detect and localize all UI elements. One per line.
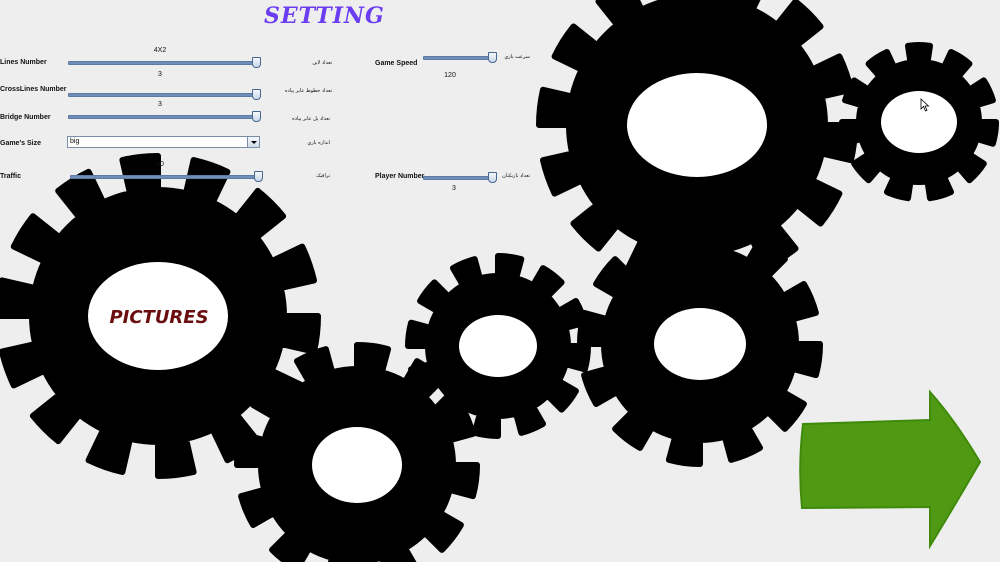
gear-hole bbox=[881, 91, 957, 153]
lines-number-value: 4X2 bbox=[153, 47, 167, 54]
player-number-label: Player Number bbox=[375, 173, 425, 180]
crosslines-number-slider[interactable] bbox=[68, 89, 261, 100]
slider-thumb[interactable] bbox=[254, 171, 263, 182]
game-speed-value: 120 bbox=[444, 72, 456, 79]
game-speed-label-fa: سرعت بازي bbox=[504, 54, 530, 60]
gear-hole bbox=[627, 73, 767, 177]
slider-thumb[interactable] bbox=[252, 57, 261, 68]
games-size-label-fa: اندازه بازي bbox=[307, 140, 330, 146]
pictures-button[interactable]: PICTURES bbox=[104, 307, 214, 328]
traffic-value: 10 bbox=[156, 161, 164, 168]
player-number-slider[interactable] bbox=[423, 172, 497, 183]
page-title: SETTING bbox=[264, 3, 385, 29]
crosslines-number-label-fa: تعداد خطوط عابر پياده bbox=[284, 88, 332, 94]
player-number-value: 3 bbox=[452, 185, 456, 192]
gears-background bbox=[0, 0, 999, 562]
player-number-label-fa: تعداد بازيکنان bbox=[502, 173, 530, 179]
lines-number-label-fa: تعداد لاين bbox=[312, 60, 332, 66]
bridge-number-label: Bridge Number bbox=[0, 114, 51, 121]
lines-number-slider[interactable] bbox=[68, 57, 261, 68]
gear-hole bbox=[312, 427, 402, 503]
slider-thumb[interactable] bbox=[252, 111, 261, 122]
lines-number-label: Lines Number bbox=[0, 59, 47, 66]
games-size-label: Game's Size bbox=[0, 140, 41, 147]
game-speed-label: Game Speed bbox=[375, 60, 418, 67]
next-arrow-icon[interactable] bbox=[799, 389, 982, 550]
gear-hole bbox=[654, 308, 746, 380]
mouse-cursor-icon bbox=[920, 98, 930, 112]
crosslines-number-label: CrossLines Number bbox=[0, 86, 67, 93]
bridge-number-slider[interactable] bbox=[68, 111, 261, 122]
crosslines-number-value: 3 bbox=[158, 71, 162, 78]
games-size-selected: big bbox=[70, 138, 80, 145]
game-speed-slider[interactable] bbox=[423, 52, 497, 63]
chevron-down-icon[interactable] bbox=[247, 137, 259, 147]
traffic-label: Traffic bbox=[0, 173, 22, 180]
traffic-label-fa: ترافيک bbox=[316, 173, 330, 179]
games-size-select[interactable]: big bbox=[67, 136, 260, 148]
traffic-slider[interactable] bbox=[70, 171, 263, 182]
slider-thumb[interactable] bbox=[252, 89, 261, 100]
slider-thumb[interactable] bbox=[488, 52, 497, 63]
gear-hole bbox=[459, 315, 537, 377]
bridge-number-label-fa: تعداد پل عابر پياده bbox=[292, 116, 330, 122]
bridge-number-value: 3 bbox=[158, 101, 162, 108]
